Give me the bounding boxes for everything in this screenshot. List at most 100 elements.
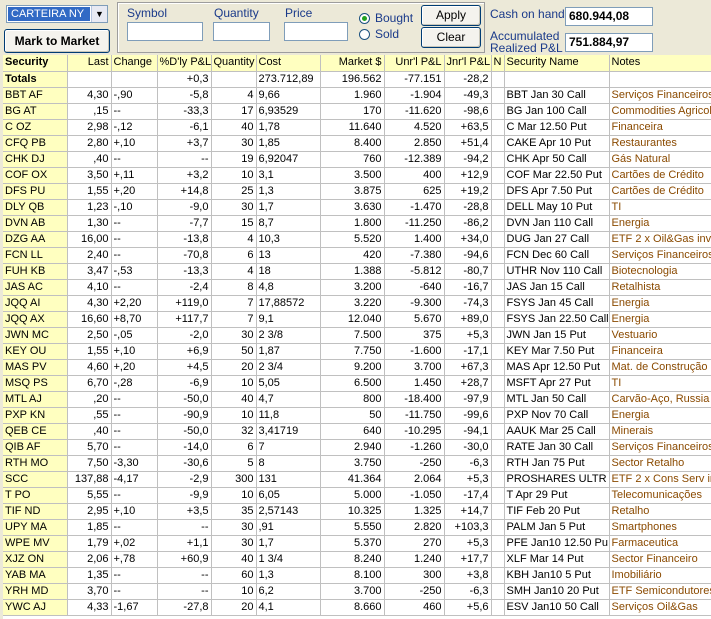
- cell-security-name: BG Jan 100 Call: [504, 103, 610, 120]
- column-header-market-value[interactable]: Market $: [320, 55, 385, 72]
- cell-n: [491, 599, 505, 616]
- table-row[interactable]: MSQ PS 6,70 -,28 -6,9 10 5,05 6.500 1.450 +28,7 M…: [3, 375, 711, 392]
- cell-market-value: 5.000: [320, 487, 385, 504]
- column-header-unrealized-pl-pct[interactable]: Jnr'l P&L: [444, 55, 492, 72]
- cell-quantity: 32: [211, 423, 257, 440]
- cell-notes: ETF 2 x Oil&Gas inv: [609, 231, 711, 248]
- cell-unrealized-pl-pct: +14,7: [444, 503, 492, 520]
- table-row[interactable]: YWC AJ 4,33 -1,67 -27,8 20 4,1 8.660 460 +5,6 ESV…: [3, 599, 711, 616]
- cell-unrealized-pl-pct: +12,9: [444, 167, 492, 184]
- cell-daily-pl-pct: +117,7: [157, 311, 212, 328]
- price-input[interactable]: [284, 22, 348, 41]
- table-row[interactable]: COF OX 3,50 +,11 +3,2 10 3,1 3.500 400 +12,9 COF …: [3, 167, 711, 184]
- cell-security-name: [504, 71, 610, 88]
- totals-row[interactable]: Totals +0,3 273.712,89 196.562 -77.151 -28,2: [3, 71, 711, 88]
- cell-last: 16,60: [67, 311, 112, 328]
- account-select[interactable]: CARTEIRA NY ▼: [6, 5, 108, 23]
- cell-security: BBT AF: [3, 87, 68, 104]
- cell-daily-pl-pct: --: [157, 151, 212, 168]
- table-row[interactable]: JQQ AI 4,30 +2,20 +119,0 7 17,88572 3.220 -9.30…: [3, 295, 711, 312]
- table-row[interactable]: MAS PV 4,60 +,20 +4,5 20 2 3/4 9.200 3.700 +67,3…: [3, 359, 711, 376]
- clear-button[interactable]: Clear: [421, 27, 481, 48]
- apply-button[interactable]: Apply: [421, 5, 481, 26]
- cell-daily-pl-pct: +119,0: [157, 295, 212, 312]
- portfolio-window: CARTEIRA NY ▼ Mark to Market Symbol Quan…: [0, 0, 711, 619]
- column-header-n[interactable]: N: [491, 55, 505, 72]
- table-row[interactable]: KEY OU 1,55 +,10 +6,9 50 1,87 7.750 -1.600 -17,1…: [3, 343, 711, 360]
- column-header-security-name[interactable]: Security Name: [504, 55, 610, 72]
- table-row[interactable]: JAS AC 4,10 -- -2,4 8 4,8 3.200 -640 -16,7 JAS Ja…: [3, 279, 711, 296]
- cell-last: ,15: [67, 103, 112, 120]
- cell-notes: Serviços Financeiros: [609, 247, 711, 264]
- table-row[interactable]: MTL AJ ,20 -- -50,0 40 4,7 800 -18.400 -97,9 MTL …: [3, 391, 711, 408]
- cell-daily-pl-pct: -70,8: [157, 247, 212, 264]
- table-row[interactable]: FUH KB 3,47 -,53 -13,3 4 18 1.388 -5.812 -80,7 UT…: [3, 263, 711, 280]
- cell-n: [491, 535, 505, 552]
- positions-table: Security Last Change %D'ly P&L Quantity Cost M…: [3, 55, 711, 616]
- cell-cost: 6,93529: [256, 103, 321, 120]
- cell-change: --: [111, 423, 158, 440]
- table-row[interactable]: FCN LL 2,40 -- -70,8 6 13 420 -7.380 -94,6 FCN De…: [3, 247, 711, 264]
- cell-quantity: 40: [211, 391, 257, 408]
- mark-to-market-button[interactable]: Mark to Market: [4, 29, 110, 53]
- table-row[interactable]: PXP KN ,55 -- -90,9 10 11,8 50 -11.750 -99,6 PXP …: [3, 407, 711, 424]
- cell-unrealized-pl-pct: -74,3: [444, 295, 492, 312]
- table-row[interactable]: BBT AF 4,30 -,90 -5,8 4 9,66 1.960 -1.904 -49,3 B…: [3, 87, 711, 104]
- column-header-quantity[interactable]: Quantity: [211, 55, 257, 72]
- table-row[interactable]: CHK DJ ,40 -- -- 19 6,92047 760 -12.389 -94,2 CHK…: [3, 151, 711, 168]
- cell-change: --: [111, 279, 158, 296]
- sold-radio[interactable]: [359, 29, 370, 40]
- table-row[interactable]: UPY MA 1,85 -- -- 30,91 5.550 2.820 +103,3 PALM …: [3, 519, 711, 536]
- table-row[interactable]: QIB AF 5,70 -- -14,0 6 7 2.940 -1.260 -30,0 RATE …: [3, 439, 711, 456]
- cell-daily-pl-pct: -27,8: [157, 599, 212, 616]
- table-row[interactable]: YAB MA 1,35 -- -- 60 1,3 8.100 300 +3,8 KBH Jan10…: [3, 567, 711, 584]
- cell-security-name: DELL May 10 Put: [504, 199, 610, 216]
- table-row[interactable]: YRH MD 3,70 -- -- 10 6,2 3.700 -250 -6,3 SMH Jan1…: [3, 583, 711, 600]
- column-header-daily-pl-pct[interactable]: %D'ly P&L: [157, 55, 212, 72]
- table-row[interactable]: DLY QB 1,23 -,10 -9,0 30 1,7 3.630 -1.470 -28,8 D…: [3, 199, 711, 216]
- positions-grid[interactable]: Security Last Change %D'ly P&L Quantity Cost M…: [3, 55, 711, 619]
- table-row[interactable]: SCC 137,88 -4,17 -2,9 300 131 41.364 2.064 +5,3 P…: [3, 471, 711, 488]
- table-row[interactable]: TIF ND 2,95 +,10 +3,5 35 2,57143 10.325 1.325 +1…: [3, 503, 711, 520]
- cell-daily-pl-pct: -7,7: [157, 215, 212, 232]
- table-row[interactable]: DZG AA 16,00 -- -13,8 4 10,3 5.520 1.400 +34,0 DU…: [3, 231, 711, 248]
- cell-quantity: 8: [211, 279, 257, 296]
- column-header-notes[interactable]: Notes: [609, 55, 711, 72]
- cell-quantity: 20: [211, 359, 257, 376]
- table-row[interactable]: JQQ AX 16,60 +8,70 +117,7 7 9,1 12.040 5.670 +89…: [3, 311, 711, 328]
- column-header-unrealized-pl[interactable]: Unr'l P&L: [384, 55, 445, 72]
- cell-n: [491, 327, 505, 344]
- quantity-input[interactable]: [213, 22, 270, 41]
- table-row[interactable]: JWN MC 2,50 -,05 -2,0 30 2 3/8 7.500 375 +5,3 JWN…: [3, 327, 711, 344]
- cell-security: JQQ AX: [3, 311, 68, 328]
- table-row[interactable]: RTH MO 7,50 -3,30 -30,6 5 8 3.750 -250 -6,3 RTH J…: [3, 455, 711, 472]
- cell-market-value: 3.500: [320, 167, 385, 184]
- chevron-down-icon[interactable]: ▼: [91, 6, 107, 22]
- cell-unrealized-pl-pct: -17,4: [444, 487, 492, 504]
- cell-quantity: 10: [211, 407, 257, 424]
- table-row[interactable]: CFQ PB 2,80 +,10 +3,7 30 1,85 8.400 2.850 +51,4 C…: [3, 135, 711, 152]
- table-row[interactable]: C OZ 2,98 -,12 -6,1 40 1,78 11.640 4.520 +63,5 C …: [3, 119, 711, 136]
- table-row[interactable]: BG AT ,15 -- -33,3 17 6,93529 170 -11.620 -98,6 B…: [3, 103, 711, 120]
- table-row[interactable]: WPE MV 1,79 +,02 +1,1 30 1,7 5.370 270 +5,3 PFE J…: [3, 535, 711, 552]
- symbol-input[interactable]: [127, 22, 203, 41]
- table-row[interactable]: DFS PU 1,55 +,20 +14,8 25 1,3 3.875 625 +19,2 DFS…: [3, 183, 711, 200]
- table-row[interactable]: DVN AB 1,30 -- -7,7 15 8,7 1.800 -11.250 -86,2 DV…: [3, 215, 711, 232]
- table-row[interactable]: QEB CE ,40 -- -50,0 32 3,41719 640 -10.295 -94,1…: [3, 423, 711, 440]
- column-header-change[interactable]: Change: [111, 55, 158, 72]
- table-row[interactable]: XJZ ON 2,06 +,78 +60,9 40 1 3/4 8.240 1.240 +17,…: [3, 551, 711, 568]
- bought-radio[interactable]: [359, 13, 370, 24]
- cell-market-value: 196.562: [320, 71, 385, 88]
- cell-n: [491, 343, 505, 360]
- cell-change: +,10: [111, 503, 158, 520]
- column-header-security[interactable]: Security: [3, 55, 68, 72]
- column-header-cost[interactable]: Cost: [256, 55, 321, 72]
- column-header-last[interactable]: Last: [67, 55, 112, 72]
- cell-unrealized-pl-pct: +5,3: [444, 535, 492, 552]
- cell-quantity: 40: [211, 119, 257, 136]
- cell-quantity: [211, 71, 257, 88]
- cell-market-value: 3.200: [320, 279, 385, 296]
- cell-market-value: 50: [320, 407, 385, 424]
- account-select-value: CARTEIRA NY: [8, 7, 90, 21]
- table-row[interactable]: T PO 5,55 -- -9,9 10 6,05 5.000 -1.050 -17,4 T Ap…: [3, 487, 711, 504]
